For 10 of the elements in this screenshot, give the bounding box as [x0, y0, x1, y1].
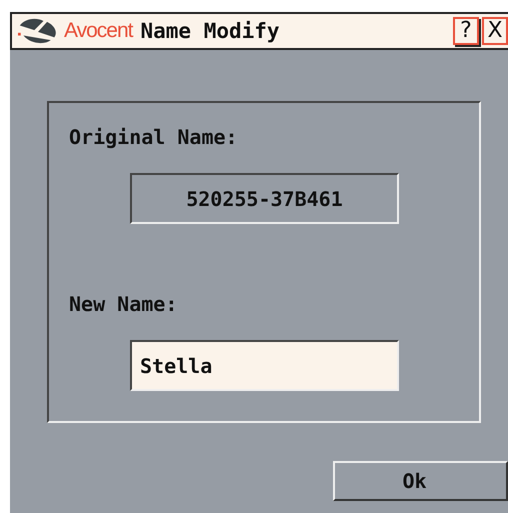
help-button[interactable]: ?	[453, 17, 479, 45]
read-only-field: 520255-37B461	[130, 173, 399, 224]
field-label: Original Name:	[69, 125, 239, 151]
field-label: New Name:	[69, 292, 178, 318]
logo-icon	[18, 17, 58, 45]
ok-button[interactable]: Ok	[333, 461, 508, 501]
brand-name: Avocent	[64, 19, 132, 43]
input-field[interactable]: Stella	[130, 340, 399, 391]
window-title: Name Modify	[140, 19, 280, 43]
close-button[interactable]: X	[482, 17, 508, 45]
